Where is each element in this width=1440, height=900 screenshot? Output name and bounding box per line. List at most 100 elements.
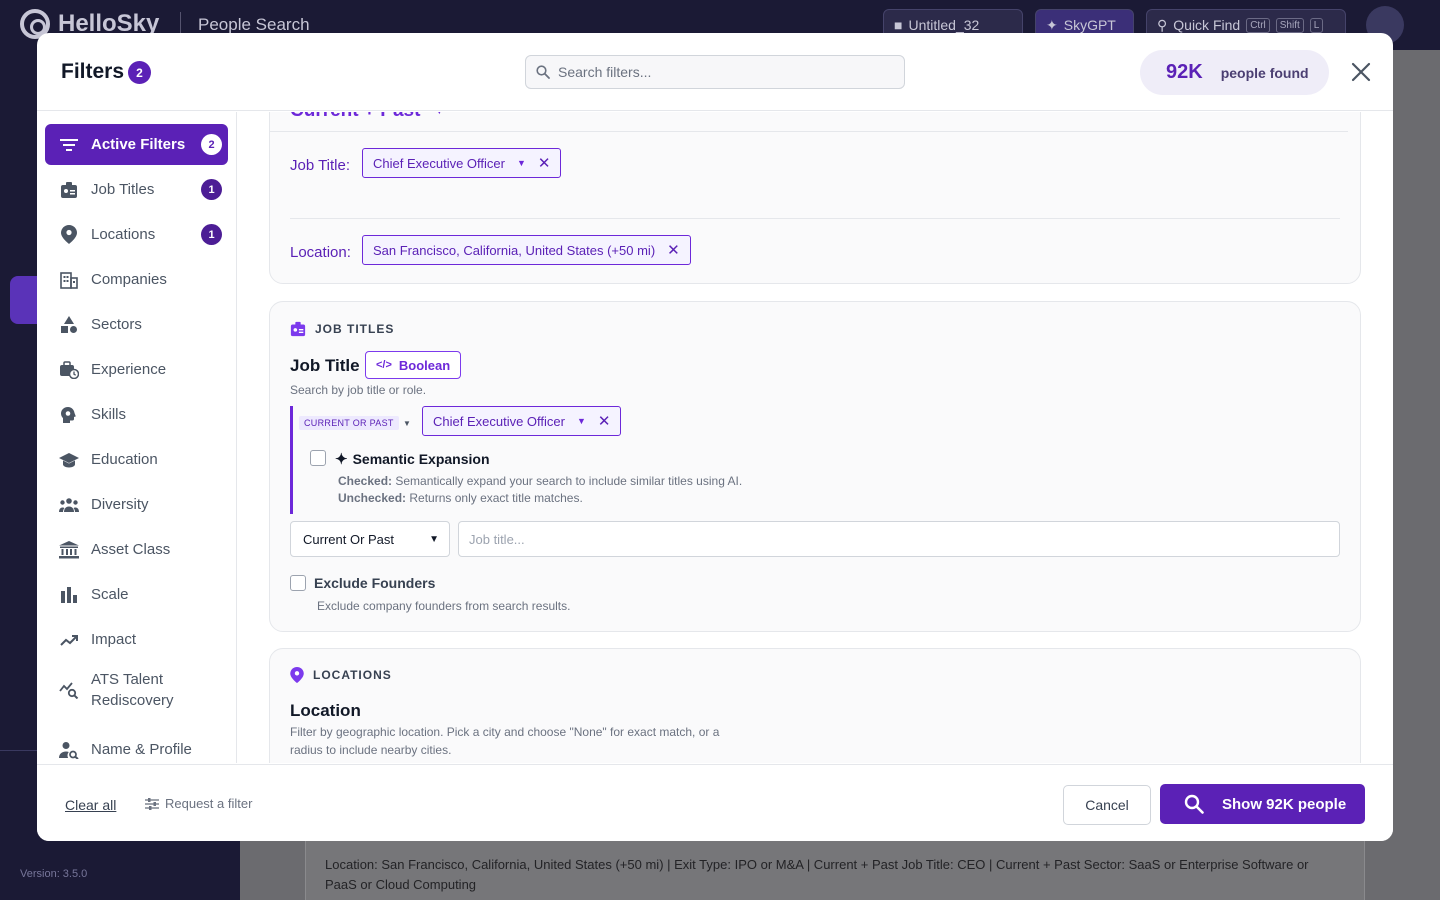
request-filter-link[interactable]: Request a filter	[145, 796, 252, 811]
map-pin-icon	[59, 225, 79, 245]
locations-card: LOCATIONS Location Filter by geographic …	[269, 648, 1361, 763]
nav-item-diversity[interactable]: Diversity	[45, 484, 228, 525]
graduation-cap-icon	[59, 450, 79, 470]
nav-item-label: Name & Profile	[91, 741, 192, 758]
quick-find-label: Quick Find	[1173, 17, 1241, 33]
nav-item-name-profile[interactable]: Name & Profile	[45, 729, 228, 763]
nav-item-label: Scale	[91, 586, 129, 603]
filters-modal: Filters 2 92K people found Active Filter…	[37, 33, 1393, 841]
folder-icon: ■	[894, 17, 903, 33]
nav-item-label: Sectors	[91, 316, 142, 333]
semantic-expansion-checkbox[interactable]	[310, 450, 326, 466]
search-summary-text: Location: San Francisco, California, Uni…	[325, 857, 1309, 892]
nav-item-label: Skills	[91, 406, 127, 423]
nav-item-companies[interactable]: Companies	[45, 259, 228, 300]
exclude-founders-checkbox[interactable]	[290, 575, 306, 591]
section-header-label: JOB TITLES	[315, 322, 395, 336]
id-badge-icon	[59, 180, 79, 200]
job-titles-card: JOB TITLES Job Title </> Boolean Search …	[269, 301, 1361, 632]
boolean-button[interactable]: </> Boolean	[365, 351, 462, 379]
caret-down-icon: ▼	[429, 533, 439, 545]
section-header-locations: LOCATIONS	[290, 667, 392, 683]
kbd-l: L	[1309, 17, 1324, 33]
job-title-hint: Search by job title or role.	[290, 383, 427, 397]
selected-job-title-tag[interactable]: Chief Executive Officer ▼ ✕	[422, 406, 622, 436]
filters-content: Current + Past ▼ Job Title: Chief Execut…	[237, 112, 1393, 763]
modal-title: Filters	[61, 60, 125, 83]
nav-count-badge: 1	[201, 224, 222, 245]
app-version: Version: 3.5.0	[20, 868, 88, 880]
nav-item-label: Job Titles	[91, 181, 155, 198]
nav-item-job-titles[interactable]: Job Titles 1	[45, 169, 228, 210]
checked-text: Semantically expand your search to inclu…	[395, 474, 743, 488]
tag-label: Chief Executive Officer	[373, 155, 505, 171]
job-title-input[interactable]	[458, 521, 1340, 557]
cancel-button[interactable]: Cancel	[1063, 785, 1151, 825]
semantic-checked-description: Checked: Semantically expand your search…	[338, 474, 742, 488]
filter-category-nav: Active Filters 2 Job Titles 1 Locations …	[37, 112, 237, 763]
exclude-founders-label: Exclude Founders	[314, 575, 436, 591]
section-header-label: LOCATIONS	[313, 668, 392, 682]
tag-label: San Francisco, California, United States…	[373, 242, 656, 258]
result-count-pill: 92K people found	[1140, 50, 1329, 95]
divider	[270, 131, 1348, 132]
scope-badge: CURRENT OR PAST	[299, 416, 399, 430]
close-icon[interactable]	[1349, 60, 1373, 84]
job-title-filter-label: Job Title:	[290, 157, 351, 174]
location-filter-label: Location:	[290, 244, 351, 261]
location-hint-line-1: Filter by geographic location. Pick a ci…	[290, 725, 720, 739]
scope-select[interactable]: Current Or Past ▼	[290, 521, 450, 557]
nav-item-experience[interactable]: Experience	[45, 349, 228, 390]
clear-all-link[interactable]: Clear all	[65, 797, 116, 813]
code-icon: </>	[376, 359, 392, 371]
nav-item-active-filters[interactable]: Active Filters 2	[45, 124, 228, 165]
nav-item-impact[interactable]: Impact	[45, 619, 228, 660]
filter-lines-icon	[59, 135, 79, 155]
result-count-label: people found	[1220, 64, 1309, 81]
id-badge-icon	[290, 321, 306, 337]
filter-search-input[interactable]	[558, 64, 878, 80]
nav-item-locations[interactable]: Locations 1	[45, 214, 228, 255]
selected-job-title-block: CURRENT OR PAST ▼ Chief Executive Office…	[290, 406, 790, 514]
semantic-expansion-title: ✦ Semantic Expansion	[335, 450, 490, 468]
remove-tag-icon[interactable]: ✕	[667, 241, 680, 259]
job-title-filter-tag[interactable]: Chief Executive Officer ▼ ✕	[362, 148, 562, 178]
scope-label: Current + Past	[290, 112, 420, 122]
skygpt-label: SkyGPT	[1063, 17, 1116, 33]
location-filter-tag[interactable]: San Francisco, California, United States…	[362, 235, 691, 265]
nav-item-label: Experience	[91, 361, 167, 378]
caret-down-icon[interactable]: ▼	[517, 158, 526, 168]
caret-down-icon[interactable]: ▼	[403, 419, 411, 428]
remove-tag-icon[interactable]: ✕	[538, 154, 551, 172]
scope-select-value: Current Or Past	[303, 531, 395, 547]
semantic-unchecked-description: Unchecked: Returns only exact title matc…	[338, 491, 583, 505]
divider	[290, 218, 1340, 219]
nav-item-label: Asset Class	[91, 541, 171, 558]
nav-item-label: Impact	[91, 631, 137, 648]
modal-footer: Clear all Request a filter Cancel Show 9…	[37, 764, 1393, 841]
location-hint-line-2: radius to include nearby cities.	[290, 743, 452, 757]
nav-item-sectors[interactable]: Sectors	[45, 304, 228, 345]
result-count: 92K	[1166, 61, 1203, 83]
nav-item-education[interactable]: Education	[45, 439, 228, 480]
remove-tag-icon[interactable]: ✕	[598, 412, 611, 430]
app-page-title: People Search	[198, 15, 310, 34]
scope-dropdown[interactable]: Current + Past ▼	[290, 112, 444, 122]
nav-item-skills[interactable]: Skills	[45, 394, 228, 435]
nav-item-scale[interactable]: Scale	[45, 574, 228, 615]
request-filter-label: Request a filter	[165, 796, 253, 811]
sparkle-icon: ✦	[1046, 16, 1058, 33]
kbd-ctrl: Ctrl	[1246, 17, 1270, 33]
unchecked-label: Unchecked:	[338, 491, 407, 505]
filter-search-box[interactable]	[525, 55, 905, 89]
nav-item-label: ATS Talent Rediscovery	[91, 671, 174, 709]
shapes-icon	[59, 315, 79, 335]
show-results-button[interactable]: Show 92K people	[1160, 784, 1365, 824]
trend-up-icon	[59, 630, 79, 650]
caret-down-icon[interactable]: ▼	[577, 416, 586, 426]
location-field-title: Location	[290, 701, 361, 720]
map-pin-icon	[290, 667, 304, 683]
nav-item-ats-talent-rediscovery[interactable]: ATS Talent Rediscovery	[45, 664, 228, 716]
nav-item-asset-class[interactable]: Asset Class	[45, 529, 228, 570]
nav-item-label: Education	[91, 451, 158, 468]
